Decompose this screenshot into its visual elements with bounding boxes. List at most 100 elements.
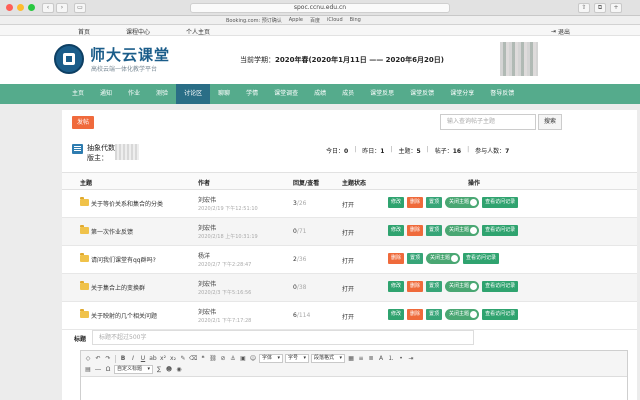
- close-topic-toggle[interactable]: 关闭主题: [445, 281, 480, 292]
- table-icon[interactable]: ▦: [347, 355, 355, 363]
- nav-item[interactable]: 课堂分享: [442, 84, 482, 104]
- link-icon[interactable]: ⛓: [209, 355, 217, 363]
- edit-button[interactable]: 修改: [388, 309, 405, 320]
- redo-icon[interactable]: ↷: [104, 355, 112, 363]
- insert-table-icon[interactable]: ▤: [84, 366, 92, 374]
- view-access-log-button[interactable]: 查看访问记录: [482, 309, 519, 320]
- view-access-log-button[interactable]: 查看访问记录: [482, 281, 519, 292]
- view-access-log-button[interactable]: 查看访问记录: [463, 253, 500, 264]
- minimize-window-button[interactable]: [17, 4, 24, 11]
- close-topic-toggle[interactable]: 关闭主题: [445, 309, 480, 320]
- strikethrough-icon[interactable]: ab: [149, 355, 157, 363]
- close-window-button[interactable]: [6, 4, 13, 11]
- search-button[interactable]: 搜索: [538, 114, 562, 130]
- nav-item[interactable]: 课堂反思: [362, 84, 402, 104]
- favorite-link[interactable]: Booking.com: 预订确认: [226, 17, 282, 24]
- forward-icon[interactable]: ›: [56, 3, 68, 13]
- bold-icon[interactable]: B: [119, 355, 127, 363]
- rich-text-editor[interactable]: ◇ ↶ ↷ B I U ab x² x₂ ✎ ⌫ ❝ ⛓ ⊘ ⚓ ▣ ☺ 字体 …: [80, 350, 628, 400]
- edit-button[interactable]: 修改: [388, 197, 405, 208]
- special-char-icon[interactable]: Ω: [104, 366, 112, 374]
- nav-item[interactable]: 主页: [64, 84, 92, 104]
- view-access-log-button[interactable]: 查看访问记录: [482, 225, 519, 236]
- nav-item[interactable]: 讨论区: [176, 84, 211, 104]
- topic-title[interactable]: 关于集合上的变换群: [91, 283, 145, 292]
- top-link-profile[interactable]: 个人主页: [186, 27, 210, 36]
- close-topic-toggle[interactable]: 关闭主题: [445, 197, 480, 208]
- preview-icon[interactable]: ◉: [175, 366, 183, 374]
- pin-button[interactable]: 置顶: [426, 225, 443, 236]
- anchor-icon[interactable]: ⚓: [229, 355, 237, 363]
- pin-button[interactable]: 置顶: [426, 309, 443, 320]
- align-center-icon[interactable]: ≣: [367, 355, 375, 363]
- top-link-courses[interactable]: 课程中心: [126, 27, 150, 36]
- indent-icon[interactable]: ⇥: [407, 355, 415, 363]
- list-bullet-icon[interactable]: •: [397, 355, 405, 363]
- top-link-home[interactable]: 首页: [78, 27, 90, 36]
- pin-button[interactable]: 置顶: [407, 253, 424, 264]
- blockquote-icon[interactable]: ❝: [199, 355, 207, 363]
- new-tab-icon[interactable]: +: [610, 3, 622, 13]
- formula-icon[interactable]: ∑: [155, 366, 163, 374]
- close-topic-toggle[interactable]: 关闭主题: [445, 225, 480, 236]
- superscript-icon[interactable]: x²: [159, 355, 167, 363]
- source-icon[interactable]: ◇: [84, 355, 92, 363]
- logout-link[interactable]: ⇥ 退出: [551, 27, 570, 36]
- emoticon-icon[interactable]: ☻: [165, 366, 173, 374]
- custom-heading-select[interactable]: 自定义标题: [114, 365, 154, 374]
- horizontal-rule-icon[interactable]: ―: [94, 366, 102, 374]
- edit-button[interactable]: 修改: [388, 225, 405, 236]
- favorite-link[interactable]: 百度: [310, 17, 320, 24]
- italic-icon[interactable]: I: [129, 355, 137, 363]
- nav-item[interactable]: 课堂反馈: [402, 84, 442, 104]
- sidebar-icon[interactable]: ▭: [74, 3, 86, 13]
- nav-item[interactable]: 学情: [238, 84, 266, 104]
- view-access-log-button[interactable]: 查看访问记录: [482, 197, 519, 208]
- list-ordered-icon[interactable]: ⒈: [387, 355, 395, 363]
- nav-item[interactable]: 课堂调查: [266, 84, 306, 104]
- image-icon[interactable]: ▣: [239, 355, 247, 363]
- align-left-icon[interactable]: ≡: [357, 355, 365, 363]
- nav-item[interactable]: 通知: [92, 84, 120, 104]
- subscript-icon[interactable]: x₂: [169, 355, 177, 363]
- tabs-icon[interactable]: ⧉: [594, 3, 606, 13]
- edit-button[interactable]: 修改: [388, 281, 405, 292]
- close-topic-toggle[interactable]: 关闭主题: [426, 253, 461, 264]
- delete-button[interactable]: 删除: [407, 197, 424, 208]
- delete-button[interactable]: 删除: [407, 225, 424, 236]
- topic-title[interactable]: 关于等价关系和集合的分类: [91, 199, 163, 208]
- zoom-window-button[interactable]: [28, 4, 35, 11]
- topic-title[interactable]: 请问我们课堂有qq群吗?: [91, 255, 156, 264]
- title-input[interactable]: 标题不超过500字: [92, 330, 474, 345]
- font-size-select[interactable]: 字号: [285, 354, 310, 363]
- delete-button[interactable]: 删除: [407, 309, 424, 320]
- nav-item[interactable]: 测验: [148, 84, 176, 104]
- favorite-link[interactable]: Apple: [289, 17, 303, 24]
- delete-button[interactable]: 删除: [388, 253, 405, 264]
- topic-title[interactable]: 第一次作业反馈: [91, 227, 133, 236]
- share-icon[interactable]: ⇧: [578, 3, 590, 13]
- pin-button[interactable]: 置顶: [426, 197, 443, 208]
- paragraph-format-select[interactable]: 段落格式: [311, 354, 346, 363]
- search-input[interactable]: 输入查询帖子主题: [440, 114, 536, 130]
- new-post-button[interactable]: 发帖: [72, 116, 94, 129]
- back-icon[interactable]: ‹: [42, 3, 54, 13]
- unlink-icon[interactable]: ⊘: [219, 355, 227, 363]
- nav-item[interactable]: 聊聊: [210, 84, 238, 104]
- emoji-icon[interactable]: ☺: [249, 355, 257, 363]
- pin-button[interactable]: 置顶: [426, 281, 443, 292]
- undo-icon[interactable]: ↶: [94, 355, 102, 363]
- favorite-link[interactable]: iCloud: [327, 17, 343, 24]
- clear-format-icon[interactable]: ⌫: [189, 355, 197, 363]
- favorite-link[interactable]: Bing: [350, 17, 361, 24]
- nav-item[interactable]: 成员: [334, 84, 362, 104]
- topic-title[interactable]: 关于映射的几个相关问题: [91, 311, 157, 320]
- nav-item[interactable]: 作业: [120, 84, 148, 104]
- font-family-select[interactable]: 字体: [259, 354, 284, 363]
- delete-button[interactable]: 删除: [407, 281, 424, 292]
- address-bar[interactable]: spoc.ccnu.edu.cn: [190, 3, 450, 13]
- format-brush-icon[interactable]: ✎: [179, 355, 187, 363]
- font-color-icon[interactable]: A: [377, 355, 385, 363]
- nav-item[interactable]: 督导反馈: [482, 84, 522, 104]
- underline-icon[interactable]: U: [139, 355, 147, 363]
